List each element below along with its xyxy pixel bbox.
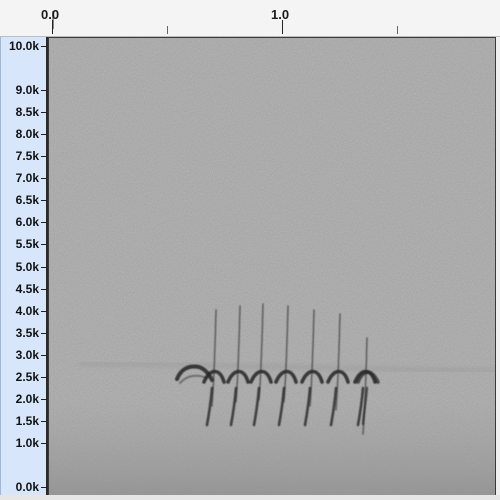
- frequency-tick: [41, 266, 46, 268]
- frequency-tick: [41, 420, 46, 422]
- frequency-label: 5.5k: [15, 237, 39, 252]
- frequency-label: 4.5k: [15, 281, 39, 296]
- time-tick: [52, 20, 53, 34]
- frequency-tick: [41, 244, 46, 246]
- frequency-tick: [41, 200, 46, 202]
- frequency-label: 3.5k: [15, 325, 39, 340]
- frequency-tick: [41, 90, 46, 92]
- frequency-label: 2.0k: [15, 391, 39, 406]
- frequency-tick: [41, 178, 46, 180]
- frequency-tick: [41, 134, 46, 136]
- frequency-label: 4.0k: [15, 303, 39, 318]
- frequency-label: 1.5k: [15, 413, 39, 428]
- time-label: 0.0: [41, 7, 60, 22]
- frequency-tick: [41, 222, 46, 224]
- frequency-label: 8.0k: [15, 127, 39, 142]
- frequency-tick: [41, 487, 46, 488]
- frequency-label: 8.5k: [15, 105, 39, 120]
- spectrogram-image: [49, 38, 495, 496]
- frequency-tick: [41, 112, 46, 114]
- bottom-edge: [0, 495, 500, 500]
- spectrogram-viewer: 0.0 1.0 10.0k 9.0k 8.5k 8.0k 7.5k 7.0k 6.5k 6.0k…: [0, 0, 500, 500]
- time-tick: [397, 26, 398, 34]
- frequency-label: 1.0k: [15, 435, 39, 450]
- frequency-tick: [41, 354, 46, 356]
- time-tick: [167, 26, 168, 34]
- frequency-label: 6.0k: [15, 215, 39, 230]
- spectrogram-canvas[interactable]: [48, 37, 496, 497]
- frequency-label: 5.0k: [15, 259, 39, 274]
- frequency-tick: [41, 376, 46, 378]
- frequency-tick: [41, 332, 46, 334]
- frequency-label: 10.0k: [8, 39, 39, 53]
- frequency-tick: [41, 442, 46, 444]
- frequency-label: 9.0k: [15, 83, 39, 98]
- frequency-label: 3.0k: [15, 347, 39, 362]
- time-label: 1.0: [271, 7, 290, 22]
- frequency-label: 7.5k: [15, 149, 39, 164]
- frequency-axis: 10.0k 9.0k 8.5k 8.0k 7.5k 7.0k 6.5k 6.0k 5.5k 5.0…: [0, 37, 48, 500]
- frequency-label: 6.5k: [15, 193, 39, 208]
- frequency-tick: [41, 310, 46, 312]
- frequency-label: 2.5k: [15, 369, 39, 384]
- frequency-tick: [41, 398, 46, 400]
- frequency-tick: [41, 46, 46, 47]
- time-tick: [282, 20, 283, 34]
- frequency-label: 0.0k: [15, 480, 39, 494]
- frequency-tick: [41, 156, 46, 158]
- time-ruler[interactable]: 0.0 1.0: [0, 0, 500, 37]
- frequency-label: 7.0k: [15, 171, 39, 186]
- frequency-tick: [41, 288, 46, 290]
